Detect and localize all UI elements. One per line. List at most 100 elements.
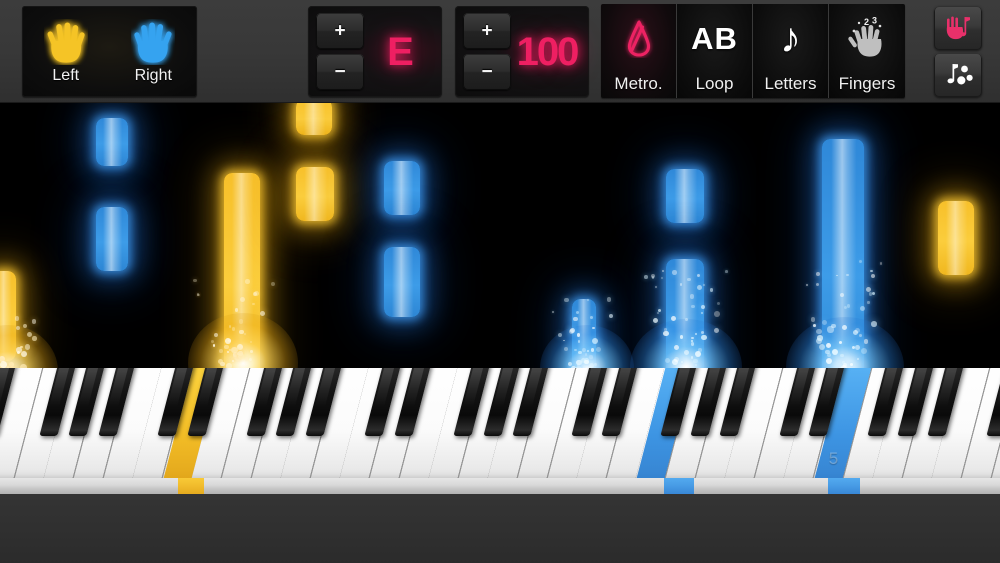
music-notes-button[interactable] [934, 53, 982, 97]
spark-particle [656, 312, 659, 315]
spark-particle [219, 349, 223, 353]
spark-particle [651, 276, 655, 280]
spark-particle [654, 286, 657, 288]
spark-particle [197, 293, 200, 296]
spark-particle [725, 270, 728, 273]
piano-keyboard: 5 [0, 368, 1000, 563]
spark-particle [19, 345, 23, 349]
spark-particle [596, 346, 602, 353]
spark-particle [24, 343, 31, 350]
spark-particle [871, 321, 877, 327]
falling-note [384, 247, 420, 317]
spark-particle [606, 297, 612, 303]
metronome-label: Metro. [614, 74, 663, 93]
spark-particle [879, 262, 882, 265]
music-note-icon-wrap: ♪ [780, 13, 801, 63]
fingers-label: Fingers [838, 74, 896, 93]
spark-particle [196, 293, 200, 296]
spark-particle [866, 287, 872, 293]
left-hand-button[interactable]: Left [22, 6, 110, 97]
loop-button[interactable]: AB Loop [677, 4, 753, 98]
spark-particle [211, 340, 215, 344]
spark-particle [709, 287, 714, 292]
minus-icon: − [481, 61, 493, 83]
spark-particle [212, 344, 215, 347]
falling-note [96, 118, 128, 166]
spark-particle [21, 350, 28, 357]
svg-text:3: 3 [872, 17, 877, 26]
spark-particle [864, 339, 869, 344]
metronome-button[interactable]: Metro. [601, 4, 677, 98]
spark-particle [816, 282, 820, 286]
transpose-increase-button[interactable]: + [316, 13, 364, 49]
spark-particle [716, 301, 721, 305]
hand-fingers-icon-wrap: 2 3 [847, 13, 887, 63]
transpose-control: + − E [308, 6, 442, 97]
spark-particle [658, 309, 662, 313]
plus-icon: + [481, 20, 493, 42]
minus-icon: − [334, 61, 346, 83]
right-hand-button[interactable]: Right [110, 6, 198, 97]
letters-button[interactable]: ♪ Letters [753, 4, 829, 98]
tempo-stepper: + − [463, 13, 511, 90]
ab-loop-icon-wrap: AB [691, 13, 738, 63]
falling-note [0, 271, 16, 361]
spark-particle [564, 297, 569, 303]
spark-particle [867, 301, 870, 304]
hand-left-icon [47, 22, 85, 63]
transpose-stepper: + − [316, 13, 364, 90]
falling-note [224, 173, 260, 379]
keyboard-front-lip [0, 478, 1000, 494]
svg-text:2: 2 [864, 17, 869, 27]
spark-particle [16, 347, 22, 353]
spark-particle [552, 310, 555, 313]
falling-note [296, 167, 334, 221]
falling-note [666, 169, 704, 223]
spark-particle [563, 339, 566, 342]
spark-particle [16, 350, 21, 355]
transpose-decrease-button[interactable]: − [316, 54, 364, 90]
falling-note [822, 139, 864, 389]
ab-loop-icon: AB [691, 20, 738, 56]
spark-particle [713, 310, 720, 317]
tempo-increase-button[interactable]: + [463, 13, 511, 49]
fingers-button[interactable]: 2 3 Fingers [829, 4, 905, 98]
spark-particle [564, 347, 568, 352]
spark-particle [31, 318, 37, 324]
spark-particle [260, 310, 266, 316]
metronome-icon [627, 20, 650, 57]
hand-notes-button[interactable] [934, 6, 982, 50]
spark-particle [0, 360, 8, 368]
spark-particle [15, 325, 20, 330]
spark-particle [217, 358, 224, 365]
spark-particle [270, 281, 275, 286]
tool-buttons-strip: Metro. AB Loop ♪ Letters 2 3 Fingers [601, 4, 905, 98]
spark-particle [213, 333, 218, 338]
top-toolbar: Left Right + − E + − 100 Metro. AB Loop … [0, 0, 1000, 103]
spark-particle [609, 314, 614, 319]
spark-particle [23, 324, 28, 329]
piano-app-root: Left Right + − E + − 100 Metro. AB Loop … [0, 0, 1000, 563]
plus-icon: + [334, 20, 346, 42]
spark-particle [661, 269, 665, 273]
spark-particle [557, 332, 562, 337]
spark-particle [870, 273, 875, 278]
tempo-decrease-button[interactable]: − [463, 54, 511, 90]
spark-particle [868, 292, 873, 297]
transpose-value: E [387, 29, 414, 74]
falling-note [384, 161, 420, 215]
hand-right-icon [134, 22, 172, 63]
right-hand-label: Right [134, 67, 172, 84]
spark-particle [26, 331, 32, 337]
falling-note [96, 207, 128, 271]
spark-particle [805, 283, 808, 286]
spark-particle [644, 275, 648, 279]
letters-label: Letters [764, 74, 817, 93]
spark-particle [810, 317, 816, 322]
falling-note [296, 103, 332, 135]
spark-particle [661, 276, 664, 279]
falling-note [938, 201, 974, 275]
metronome-icon-wrap [622, 13, 656, 63]
music-note-icon: ♪ [780, 14, 801, 61]
hand-notes-icon [946, 16, 970, 40]
